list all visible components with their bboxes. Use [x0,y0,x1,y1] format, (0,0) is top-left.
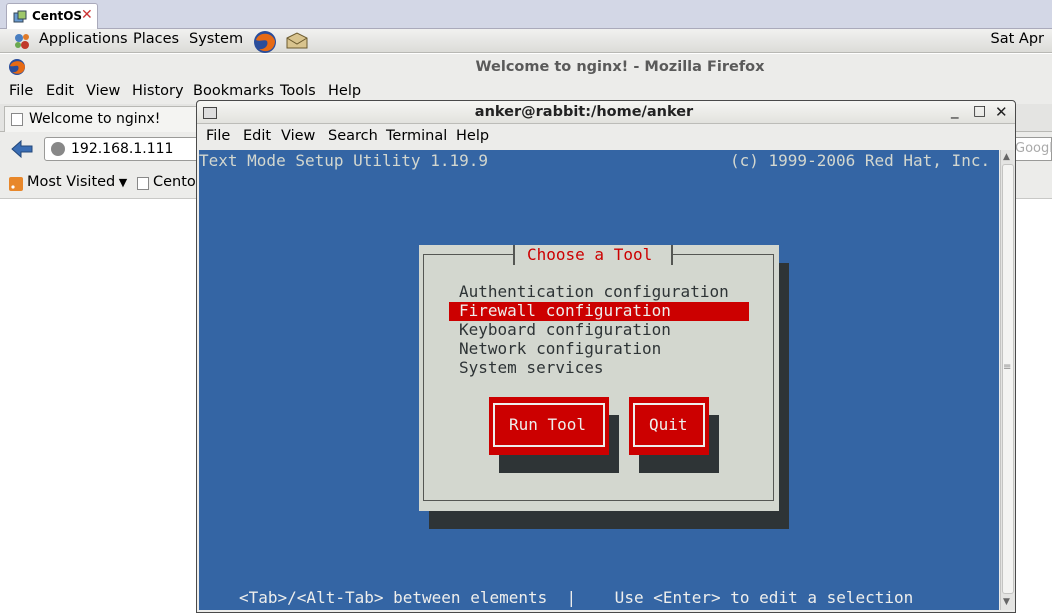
close-icon[interactable]: ✕ [81,7,93,23]
scroll-down-arrow-icon[interactable]: ▼ [1003,597,1010,607]
tool-item-keyboard[interactable]: Keyboard configuration [459,320,671,339]
firefox-tab[interactable]: Welcome to nginx! [4,106,198,132]
firefox-icon [9,59,25,75]
close-icon[interactable]: ✕ [995,103,1008,121]
quit-button[interactable]: Quit [629,397,709,455]
ff-menu-view[interactable]: View [86,83,120,99]
terminal-titlebar[interactable]: anker@rabbit:/home/anker _ □ ✕ [197,101,1015,124]
run-tool-button[interactable]: Run Tool [489,397,609,455]
chevron-down-icon: ▼ [115,176,128,189]
search-placeholder: Google [1015,141,1052,156]
maximize-icon[interactable]: □ [973,103,986,119]
scrollbar-thumb[interactable] [1002,164,1014,594]
utility-header: Text Mode Setup Utility 1.19.9 [199,151,488,170]
search-box[interactable]: Google [1012,137,1052,161]
panel-menu-applications[interactable]: Applications [39,31,128,47]
gnome-foot-icon[interactable] [11,30,33,52]
page-icon [137,177,149,190]
page-icon [11,113,23,126]
dialog-title: Choose a Tool [527,245,653,264]
firefox-tab-title: Welcome to nginx! [29,111,161,127]
term-menu-edit[interactable]: Edit [243,128,271,144]
firefox-window-title: Welcome to nginx! - Mozilla Firefox [475,59,765,75]
vm-icon [13,10,27,23]
dialog-title-right-rule [671,245,673,265]
url-bar[interactable]: 192.168.1.111 [44,137,204,161]
term-menu-terminal[interactable]: Terminal [386,128,447,144]
tool-item-network[interactable]: Network configuration [459,339,661,358]
url-text: 192.168.1.111 [71,141,174,157]
quit-label: Quit [649,415,688,434]
terminal-scrollbar[interactable]: ▲ ≡ ▼ [1000,150,1015,610]
copyright-header: (c) 1999-2006 Red Hat, Inc. [730,151,991,170]
key-hint-footer: <Tab>/<Alt-Tab> between elements | Use <… [239,588,914,607]
term-menu-search[interactable]: Search [328,128,378,144]
tool-item-system-services[interactable]: System services [459,358,604,377]
gnome-top-panel: Applications Places System Sat Apr [0,29,1052,53]
terminal-window: anker@rabbit:/home/anker _ □ ✕ File Edit… [196,100,1016,613]
ff-menu-edit[interactable]: Edit [46,83,74,99]
ff-menu-tools[interactable]: Tools [280,83,316,99]
globe-icon [51,142,65,156]
panel-menu-system[interactable]: System [189,31,243,47]
panel-clock[interactable]: Sat Apr [991,31,1044,47]
scrollbar-grip-icon: ≡ [1003,362,1012,373]
terminal-menubar: File Edit View Search Terminal Help [197,124,1015,150]
host-tab-strip: CentOS ✕ [0,0,1052,29]
firefox-launcher-icon[interactable] [253,30,277,54]
terminal-screen[interactable]: Text Mode Setup Utility 1.19.9 (c) 1999-… [199,150,999,610]
minimize-icon[interactable]: _ [951,101,959,119]
scroll-up-arrow-icon[interactable]: ▲ [1003,152,1010,162]
host-tab-centos[interactable]: CentOS ✕ [6,3,98,29]
rss-icon [9,177,23,191]
dialog-title-left-rule [513,245,515,265]
firefox-titlebar: Welcome to nginx! - Mozilla Firefox [0,54,1052,80]
ff-menu-bookmarks[interactable]: Bookmarks [193,83,274,99]
bookmark-most-visited[interactable]: Most Visited ▼ [27,174,127,190]
choose-tool-dialog: Choose a Tool Authentication configurati… [419,245,779,511]
term-menu-file[interactable]: File [206,128,230,144]
ff-menu-history[interactable]: History [132,83,184,99]
panel-menu-places[interactable]: Places [133,31,179,47]
tool-item-firewall[interactable]: Firewall configuration [459,301,671,320]
ff-menu-help[interactable]: Help [328,83,361,99]
term-menu-help[interactable]: Help [456,128,489,144]
host-tab-label: CentOS [32,9,83,23]
mail-launcher-icon[interactable] [285,32,309,50]
ff-menu-file[interactable]: File [9,83,33,99]
term-menu-view[interactable]: View [281,128,315,144]
back-arrow-icon[interactable] [11,140,33,158]
run-tool-label: Run Tool [509,415,587,434]
tool-item-authentication[interactable]: Authentication configuration [459,282,729,301]
terminal-window-title: anker@rabbit:/home/anker [474,104,694,120]
